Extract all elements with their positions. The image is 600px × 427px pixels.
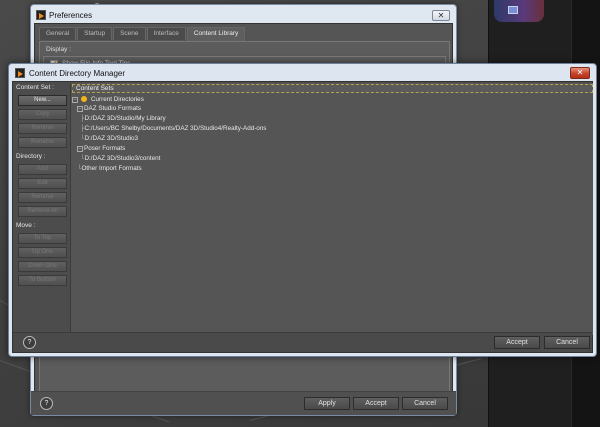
dialog-title: Content Directory Manager <box>29 69 126 78</box>
tab-startup[interactable]: Startup <box>77 27 113 40</box>
copy-content-set-button[interactable]: Copy <box>18 109 67 120</box>
directory-section-label: Directory : <box>16 153 46 160</box>
dialog-client-area: Content Set : New... Copy Remove Rename … <box>12 81 593 353</box>
remove-all-directories-button[interactable]: Remove All <box>18 206 67 217</box>
remove-content-set-button[interactable]: Remove <box>18 123 67 134</box>
rename-content-set-button[interactable]: Rename <box>18 137 67 148</box>
dialog-cancel-button[interactable]: Cancel <box>544 336 590 349</box>
preferences-title: Preferences <box>49 11 93 20</box>
move-to-top-button[interactable]: To Top <box>18 233 67 244</box>
display-group-label: Display : <box>46 46 71 53</box>
preferences-help-button[interactable]: ? <box>40 397 53 410</box>
move-up-one-button[interactable]: Up One <box>18 247 67 258</box>
tree-header[interactable]: Content Sets <box>72 84 593 93</box>
new-content-set-button[interactable]: New... <box>18 95 67 106</box>
tab-interface[interactable]: Interface <box>146 27 186 40</box>
content-set-section-label: Content Set : <box>16 84 54 91</box>
tree-node-other-import-formats[interactable]: └Other Import Formats <box>77 165 142 172</box>
preferences-apply-button[interactable]: Apply <box>304 397 350 410</box>
dialog-footer: ? Accept Cancel <box>13 332 592 352</box>
tree-node-directory[interactable]: └D:/DAZ 3D/Studio3/content <box>80 155 160 162</box>
add-directory-button[interactable]: Add <box>18 164 67 175</box>
move-down-one-button[interactable]: Down One <box>18 261 67 272</box>
content-sets-tree[interactable]: Content Sets − Current Directories − DAZ S… <box>70 83 593 335</box>
action-panel: Content Set : New... Copy Remove Rename … <box>13 82 70 334</box>
app-logo-icon <box>15 68 25 78</box>
tree-node-directory[interactable]: ├D:/DAZ 3D/Studio/My Library <box>80 115 166 122</box>
app-logo-icon <box>36 10 46 20</box>
dialog-close-button[interactable]: ✕ <box>570 67 590 79</box>
move-section-label: Move : <box>16 222 36 229</box>
tab-content-library[interactable]: Content Library <box>186 27 246 41</box>
tree-node-current-directories[interactable]: − Current Directories <box>72 96 144 103</box>
tree-node-daz-studio-formats[interactable]: − DAZ Studio Formats <box>77 105 141 112</box>
preferences-tabs: General Startup Scene Interface Content … <box>39 27 246 41</box>
dialog-accept-button[interactable]: Accept <box>494 336 540 349</box>
tree-node-poser-formats[interactable]: − Poser Formats <box>77 145 125 152</box>
tree-node-directory[interactable]: ├C:/Users/BC Shelby/Documents/DAZ 3D/Stu… <box>80 125 266 132</box>
preferences-titlebar[interactable]: Preferences ✕ <box>31 5 456 23</box>
tree-node-directory[interactable]: └D:/DAZ 3D/Studio3 <box>80 135 138 142</box>
collapse-icon[interactable]: − <box>77 146 83 152</box>
preferences-footer: ? Apply Accept Cancel <box>31 391 456 415</box>
tab-general[interactable]: General <box>39 27 77 40</box>
content-directory-manager-dialog: Content Directory Manager ✕ Content Set … <box>8 63 597 357</box>
dialog-help-button[interactable]: ? <box>23 336 36 349</box>
collapse-icon[interactable]: − <box>77 106 83 112</box>
collapse-icon[interactable]: − <box>72 97 78 103</box>
edit-directory-button[interactable]: Edit <box>18 178 67 189</box>
viewport-figure <box>494 0 544 22</box>
preferences-cancel-button[interactable]: Cancel <box>402 397 448 410</box>
preferences-close-button[interactable]: ✕ <box>432 10 450 21</box>
content-set-active-icon <box>81 96 87 102</box>
remove-directory-button[interactable]: Remove <box>18 192 67 203</box>
move-to-bottom-button[interactable]: To Bottom <box>18 275 67 286</box>
preferences-accept-button[interactable]: Accept <box>353 397 399 410</box>
tab-scene[interactable]: Scene <box>113 27 146 40</box>
